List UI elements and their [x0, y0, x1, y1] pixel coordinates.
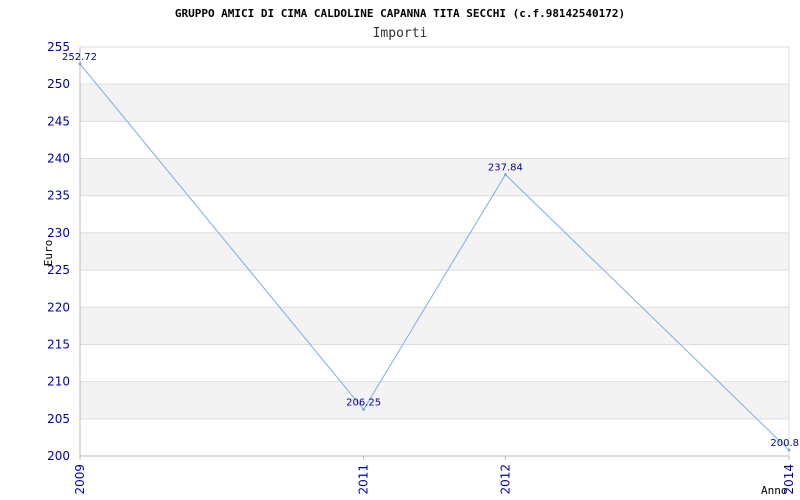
- y-tick-label: 210: [47, 375, 70, 389]
- y-tick-label: 240: [47, 152, 70, 166]
- chart-subtitle: Importi: [373, 26, 428, 41]
- y-tick-label: 245: [47, 114, 70, 128]
- data-label: 237.84: [488, 163, 523, 174]
- plot-band: [80, 158, 789, 196]
- y-tick-label: 205: [47, 412, 70, 426]
- plot-band: [80, 84, 789, 122]
- x-tick-labels: 2009 2011 2012 2014: [73, 456, 796, 495]
- y-tick-label: 200: [47, 449, 70, 463]
- y-tick-label: 230: [47, 226, 70, 240]
- y-tick-label: 215: [47, 337, 70, 351]
- y-tick-label: 220: [47, 300, 70, 314]
- x-tick-label: 2011: [357, 464, 371, 495]
- data-label: 252.72: [62, 52, 97, 63]
- y-tick-label: 250: [47, 77, 70, 91]
- x-tick-label: 2012: [498, 464, 512, 495]
- plot-band: [80, 232, 789, 271]
- data-label: 206.25: [346, 398, 381, 409]
- chart: GRUPPO AMICI DI CIMA CALDOLINE CAPANNA T…: [42, 7, 799, 497]
- x-tick-label: 2009: [73, 464, 87, 495]
- plot-band: [80, 381, 789, 419]
- data-label: 200.8: [770, 438, 799, 449]
- x-axis-label: Anno: [761, 484, 788, 497]
- plot-band: [80, 307, 789, 345]
- y-tick-label: 235: [47, 189, 70, 203]
- y-axis-label: Euro: [42, 240, 55, 267]
- plot-bands: [80, 84, 789, 419]
- chart-title: GRUPPO AMICI DI CIMA CALDOLINE CAPANNA T…: [175, 7, 625, 20]
